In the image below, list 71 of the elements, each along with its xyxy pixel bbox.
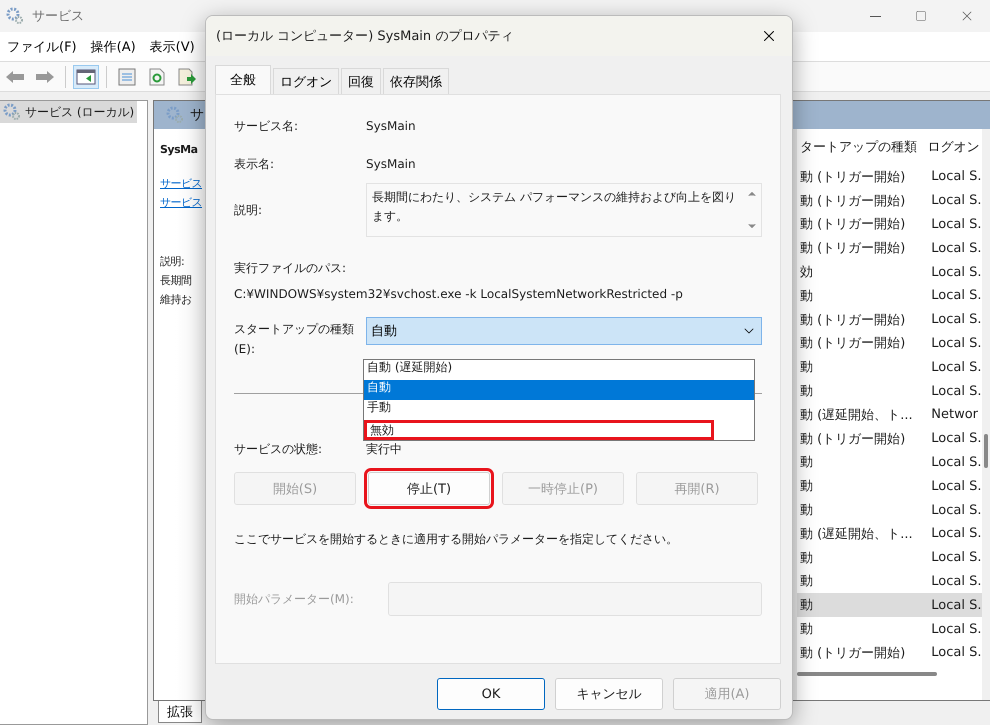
panel-title: サ — [190, 106, 204, 124]
dropdown-option[interactable]: 自動 — [364, 380, 754, 400]
tab[interactable]: 全般 — [215, 65, 271, 94]
service-row[interactable]: 効 Local S. — [797, 260, 982, 284]
column-header[interactable]: ログオン — [924, 138, 982, 156]
tab[interactable]: 回復 — [341, 68, 381, 94]
arrow-right-icon — [35, 70, 55, 84]
field-label: スタートアップの種類(E): — [234, 321, 355, 358]
hint-text: ここでサービスを開始するときに適用する開始パラメーターを指定してください。 — [234, 531, 679, 548]
menu-item[interactable]: 表示(V) — [142, 38, 202, 56]
menu-item[interactable]: ファイル(F) — [0, 38, 84, 56]
service-row[interactable]: 動 (遅延開始、ト... Networ — [797, 402, 982, 427]
console-tree-button[interactable] — [73, 64, 99, 88]
description-text: 長期間 — [160, 273, 192, 289]
description-box[interactable]: 長期間にわたり、システム パフォーマンスの維持および向上を図ります。 — [366, 183, 762, 237]
column-header[interactable]: タートアップの種類 — [797, 138, 924, 156]
service-row[interactable]: 動 Local S. — [797, 546, 982, 570]
description-text: 維持お — [160, 292, 192, 308]
startup-type-select[interactable]: 自動 — [366, 317, 762, 345]
display-name: SysMain — [366, 157, 416, 171]
service-row[interactable]: 動 (トリガー開始) Local S. — [797, 188, 982, 213]
list-icon — [118, 68, 136, 86]
export-icon — [178, 68, 196, 86]
window-title: サービス — [32, 8, 84, 25]
service-row[interactable]: 動 Local S. — [797, 450, 982, 474]
arrow-left-icon — [5, 70, 25, 84]
field-label: 表示名: — [234, 156, 276, 172]
service-row[interactable]: 動 (遅延開始、ト... Local S. — [797, 522, 982, 546]
action-link[interactable]: サービス — [160, 174, 202, 193]
service-row[interactable]: 動 Local S. — [797, 379, 982, 403]
menu-item[interactable]: 操作(A) — [84, 38, 143, 56]
service-name: SysMa — [160, 143, 198, 156]
refresh-icon — [149, 68, 165, 86]
field-label: サービスの状態: — [234, 440, 324, 458]
gear-icon — [166, 106, 184, 124]
dialog-button[interactable]: キャンセル — [555, 678, 663, 710]
window-icon — [76, 68, 96, 84]
service-row[interactable]: 動 (トリガー開始) Local S. — [797, 332, 982, 356]
service-row[interactable]: 動 (トリガー開始) Local S. — [797, 236, 982, 260]
service-row[interactable]: 動 Local S. — [797, 498, 982, 522]
service-row[interactable]: 動 Local S. — [797, 617, 982, 641]
description-label: 説明: — [160, 254, 184, 270]
service-row[interactable]: 動 (トリガー開始) Local S. — [797, 212, 982, 236]
service-status: 実行中 — [366, 440, 402, 458]
action-link[interactable]: サービス — [160, 193, 202, 212]
field-label: 説明: — [234, 202, 264, 218]
tab[interactable]: 依存関係 — [383, 68, 449, 94]
service-row[interactable]: 動 (トリガー開始) Local S. — [797, 640, 982, 665]
tree-item[interactable]: サービス (ローカル) — [0, 101, 138, 123]
service-row[interactable]: 動 Local S. — [797, 355, 982, 380]
maximize-icon — [915, 10, 927, 22]
service-row[interactable]: 動 (トリガー開始) Local S. — [797, 308, 982, 332]
service-row[interactable]: 動 (トリガー開始) Local S. — [797, 426, 982, 451]
service-name: SysMain — [366, 119, 416, 133]
gear-icon — [6, 7, 24, 25]
dropdown-option[interactable]: 無効 — [364, 420, 714, 440]
view-tab[interactable]: 拡張 — [158, 701, 202, 723]
field-label: サービス名: — [234, 118, 300, 134]
service-row[interactable]: 動 Local S. — [797, 570, 982, 594]
service-row[interactable]: 動 (トリガー開始) Local S. — [797, 165, 982, 189]
field-label: 開始パラメーター(M): — [234, 590, 355, 608]
scrollbar-thumb[interactable] — [984, 434, 988, 468]
service-row[interactable]: 動 Local S. — [797, 474, 982, 498]
service-row[interactable]: 動 Local S. — [797, 284, 982, 308]
field-label: 実行ファイルのパス: — [234, 260, 348, 276]
gear-icon — [3, 103, 21, 121]
dialog-title: (ローカル コンピューター) SysMain のプロパティ — [216, 28, 514, 45]
service-row[interactable]: 動 Local S. — [797, 593, 982, 618]
dialog-button[interactable]: OK — [437, 678, 545, 710]
tab[interactable]: ログオン — [273, 68, 339, 94]
executable-path: C:¥WINDOWS¥system32¥svchost.exe -k LocalSystemNetworkRestricted -p — [234, 287, 684, 301]
